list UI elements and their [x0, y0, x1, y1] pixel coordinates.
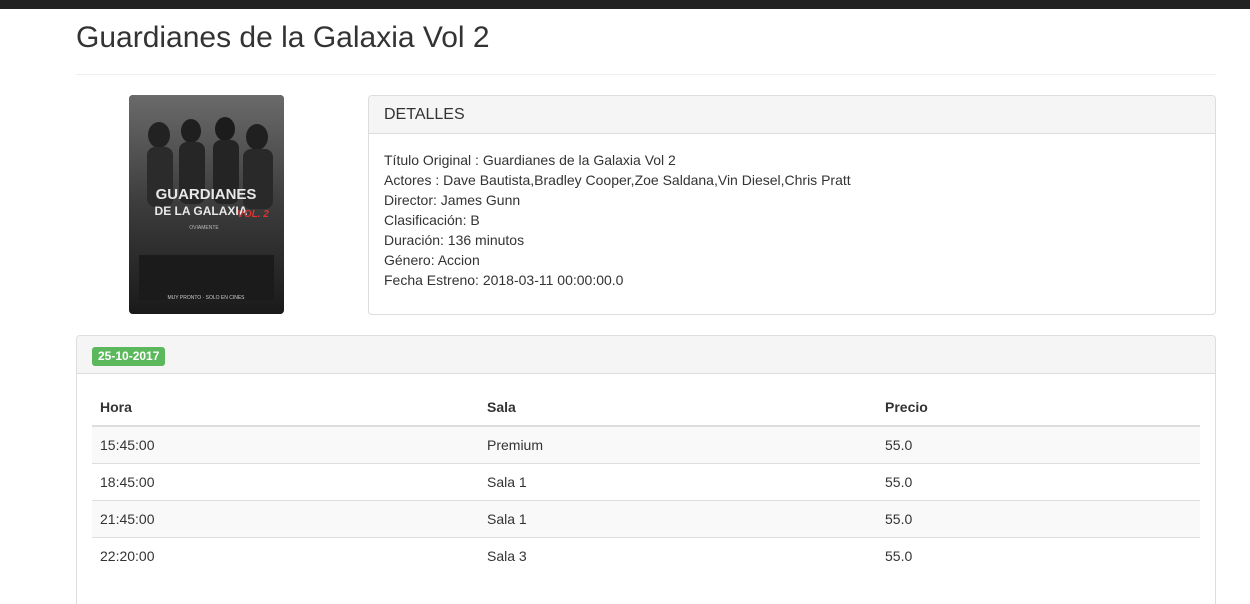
- details-panel: DETALLES Título Original : Guardianes de…: [368, 95, 1216, 315]
- movie-poster: GUARDIANES DE LA GALAXIA VOL. 2 OVIAMENT…: [129, 95, 284, 314]
- details-body: Título Original : Guardianes de la Galax…: [369, 134, 1215, 306]
- title-divider: [76, 74, 1216, 75]
- detail-duration: Duración: 136 minutos: [384, 232, 525, 248]
- cell-precio: 55.0: [877, 462, 1200, 500]
- poster-logo-vol: VOL. 2: [237, 209, 269, 220]
- detail-original-title: Título Original : Guardianes de la Galax…: [384, 152, 676, 168]
- cell-sala: Premium: [479, 426, 877, 463]
- top-navbar: [0, 0, 1250, 9]
- table-row[interactable]: 18:45:00 Sala 1 55.0: [92, 462, 1200, 500]
- detail-rating: Clasificación: B: [384, 212, 480, 228]
- cell-precio: 55.0: [877, 536, 1200, 574]
- cell-hora: 18:45:00: [92, 462, 479, 500]
- cell-sala: Sala 1: [479, 462, 877, 500]
- cell-sala: Sala 3: [479, 536, 877, 574]
- page-title: Guardianes de la Galaxia Vol 2: [76, 21, 490, 54]
- table-row[interactable]: 15:45:00 Premium 55.0: [92, 426, 1200, 463]
- detail-actors: Actores : Dave Bautista,Bradley Cooper,Z…: [384, 172, 851, 188]
- cell-precio: 55.0: [877, 426, 1200, 463]
- column-header-hora: Hora: [92, 389, 479, 427]
- date-badge: 25-10-2017: [92, 347, 166, 366]
- table-row[interactable]: 21:45:00 Sala 1 55.0: [92, 499, 1200, 537]
- cell-precio: 55.0: [877, 499, 1200, 537]
- showtimes-body: Hora Sala Precio 15:45:00 Premium 55.0 1…: [77, 374, 1215, 589]
- cell-hora: 22:20:00: [92, 536, 479, 574]
- column-header-precio: Precio: [877, 389, 1200, 427]
- cell-hora: 15:45:00: [92, 426, 479, 463]
- cell-sala: Sala 1: [479, 499, 877, 537]
- poster-logo-line1: GUARDIANES: [156, 186, 257, 203]
- column-header-sala: Sala: [479, 389, 877, 427]
- table-header-row: Hora Sala Precio: [92, 389, 1200, 427]
- poster-footer: MUY PRONTO · SOLO EN CINES: [167, 295, 245, 301]
- details-heading: DETALLES: [369, 96, 1215, 134]
- detail-genre: Género: Accion: [384, 252, 480, 268]
- poster-tagline: OVIAMENTE: [189, 225, 219, 231]
- table-row[interactable]: 22:20:00 Sala 3 55.0: [92, 536, 1200, 574]
- detail-release-date: Fecha Estreno: 2018-03-11 00:00:00.0: [384, 272, 624, 288]
- detail-director: Director: James Gunn: [384, 192, 521, 208]
- poster-logo-line2: DE LA GALAXIA: [155, 204, 248, 218]
- showtimes-panel: 25-10-2017 Hora Sala Precio 15:45:00 Pre…: [76, 335, 1216, 604]
- showtimes-heading: 25-10-2017: [77, 336, 1215, 374]
- cell-hora: 21:45:00: [92, 499, 479, 537]
- showtimes-table: Hora Sala Precio 15:45:00 Premium 55.0 1…: [92, 389, 1200, 574]
